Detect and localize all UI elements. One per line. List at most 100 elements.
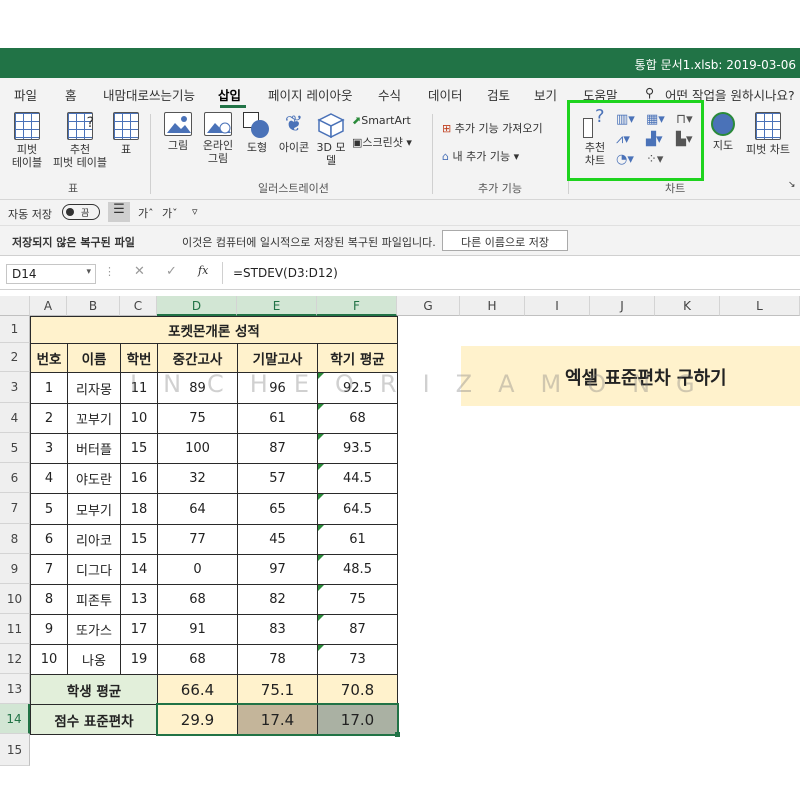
search-icon[interactable]: ⚲: [645, 85, 654, 100]
column-header-1[interactable]: B: [67, 296, 120, 316]
data-cell[interactable]: 3: [30, 433, 68, 464]
row-header-14[interactable]: 14: [0, 704, 30, 734]
recommended-pivot-button[interactable]: ? 추천 피벗 테이블: [52, 112, 108, 169]
tab-custom[interactable]: 내맘대로쓰는기능: [103, 85, 195, 104]
save-as-button[interactable]: 다른 이름으로 저장: [442, 230, 568, 251]
dialog-launcher-icon[interactable]: ↘: [788, 180, 796, 190]
header-cell[interactable]: 번호: [30, 343, 68, 373]
select-all-corner[interactable]: [0, 296, 30, 316]
data-cell[interactable]: 82: [237, 584, 318, 615]
column-header-4[interactable]: E: [237, 296, 317, 316]
tab-view[interactable]: 보기: [534, 85, 557, 104]
pivot-table-button[interactable]: 피벗 테이블: [4, 112, 50, 169]
data-cell[interactable]: 32: [157, 463, 238, 494]
pivot-chart-button[interactable]: 피벗 차트: [740, 112, 796, 156]
data-cell[interactable]: 8: [30, 584, 68, 615]
avg-value-cell[interactable]: 70.8: [317, 674, 398, 705]
tab-home[interactable]: 홈: [65, 85, 77, 104]
get-addins-button[interactable]: ⊞ 추가 기능 가져오기: [442, 120, 543, 136]
picture-button[interactable]: 그림: [160, 112, 196, 152]
data-cell[interactable]: 64.5: [317, 493, 398, 525]
data-cell[interactable]: 0: [157, 554, 238, 585]
avg-value-cell[interactable]: 66.4: [157, 674, 238, 705]
map-chart-button[interactable]: 지도: [708, 112, 738, 152]
autosave-toggle[interactable]: 끔: [62, 204, 100, 220]
data-cell[interactable]: 97: [237, 554, 318, 585]
smartart-button[interactable]: ⬈SmartArt: [352, 114, 411, 127]
header-cell[interactable]: 중간고사: [157, 343, 238, 373]
avg-value-cell[interactable]: 75.1: [237, 674, 318, 705]
data-cell[interactable]: 13: [120, 584, 158, 615]
data-cell[interactable]: 5: [30, 493, 68, 525]
row-header-7[interactable]: 7: [0, 493, 30, 524]
header-cell[interactable]: 이름: [67, 343, 121, 373]
row-header-4[interactable]: 4: [0, 403, 30, 433]
data-cell[interactable]: 모부기: [67, 493, 121, 525]
data-cell[interactable]: 78: [237, 644, 318, 675]
data-cell[interactable]: 83: [237, 614, 318, 645]
sheet-title-cell[interactable]: 포켓몬개론 성적: [30, 316, 398, 344]
data-cell[interactable]: 야도란: [67, 463, 121, 494]
data-cell[interactable]: 75: [157, 403, 238, 434]
std-value-cell[interactable]: 17.4: [237, 704, 318, 735]
column-header-0[interactable]: A: [30, 296, 67, 316]
avg-label-cell[interactable]: 학생 평균: [30, 674, 158, 705]
data-cell[interactable]: 6: [30, 524, 68, 555]
screenshot-button[interactable]: ▣스크린샷 ▾: [352, 134, 412, 150]
row-header-10[interactable]: 10: [0, 584, 30, 614]
customize-qat-icon[interactable]: ▿: [192, 205, 198, 218]
tab-formulas[interactable]: 수식: [378, 85, 401, 104]
data-cell[interactable]: 디그다: [67, 554, 121, 585]
data-cell[interactable]: 10: [30, 644, 68, 675]
row-header-11[interactable]: 11: [0, 614, 30, 644]
data-cell[interactable]: 15: [120, 524, 158, 555]
chevron-down-icon[interactable]: ▾: [86, 267, 91, 277]
data-cell[interactable]: 9: [30, 614, 68, 645]
data-cell[interactable]: 리아코: [67, 524, 121, 555]
icons-button[interactable]: ❦ 아이콘: [274, 112, 314, 154]
tab-data[interactable]: 데이터: [428, 85, 463, 104]
data-cell[interactable]: 77: [157, 524, 238, 555]
data-cell[interactable]: 나옹: [67, 644, 121, 675]
shapes-button[interactable]: 도형: [240, 112, 274, 154]
header-cell[interactable]: 기말고사: [237, 343, 318, 373]
data-cell[interactable]: 17: [120, 614, 158, 645]
data-cell[interactable]: 44.5: [317, 463, 398, 494]
data-cell[interactable]: 꼬부기: [67, 403, 121, 434]
data-cell[interactable]: 48.5: [317, 554, 398, 585]
row-header-13[interactable]: 13: [0, 674, 30, 704]
column-header-11[interactable]: L: [720, 296, 800, 316]
column-header-2[interactable]: C: [120, 296, 157, 316]
std-value-cell[interactable]: 29.9: [157, 704, 238, 735]
table-button[interactable]: 표: [110, 112, 142, 156]
data-cell[interactable]: 14: [120, 554, 158, 585]
fill-handle[interactable]: [395, 732, 400, 737]
online-picture-button[interactable]: 온라인 그림: [198, 112, 238, 165]
data-cell[interactable]: 93.5: [317, 433, 398, 464]
data-cell[interactable]: 73: [317, 644, 398, 675]
column-header-6[interactable]: G: [397, 296, 460, 316]
row-header-5[interactable]: 5: [0, 433, 30, 463]
row-header-3[interactable]: 3: [0, 372, 30, 403]
align-icon[interactable]: ☰: [108, 202, 130, 222]
data-cell[interactable]: 68: [157, 644, 238, 675]
data-cell[interactable]: 68: [317, 403, 398, 434]
data-cell[interactable]: 4: [30, 463, 68, 494]
data-cell[interactable]: 1: [30, 372, 68, 404]
insert-function-icon[interactable]: fx: [198, 264, 208, 277]
header-cell[interactable]: 학번: [120, 343, 158, 373]
data-cell[interactable]: 2: [30, 403, 68, 434]
data-cell[interactable]: 75: [317, 584, 398, 615]
font-decrease-icon[interactable]: 가ˇ: [162, 205, 178, 221]
data-cell[interactable]: 87: [317, 614, 398, 645]
data-cell[interactable]: 리자몽: [67, 372, 121, 404]
row-header-2[interactable]: 2: [0, 343, 30, 372]
data-cell[interactable]: 7: [30, 554, 68, 585]
data-cell[interactable]: 피존투: [67, 584, 121, 615]
data-cell[interactable]: 15: [120, 433, 158, 464]
name-box[interactable]: D14 ▾: [6, 264, 96, 284]
data-cell[interactable]: 61: [237, 403, 318, 434]
row-header-9[interactable]: 9: [0, 554, 30, 584]
column-header-8[interactable]: I: [525, 296, 590, 316]
data-cell[interactable]: 45: [237, 524, 318, 555]
